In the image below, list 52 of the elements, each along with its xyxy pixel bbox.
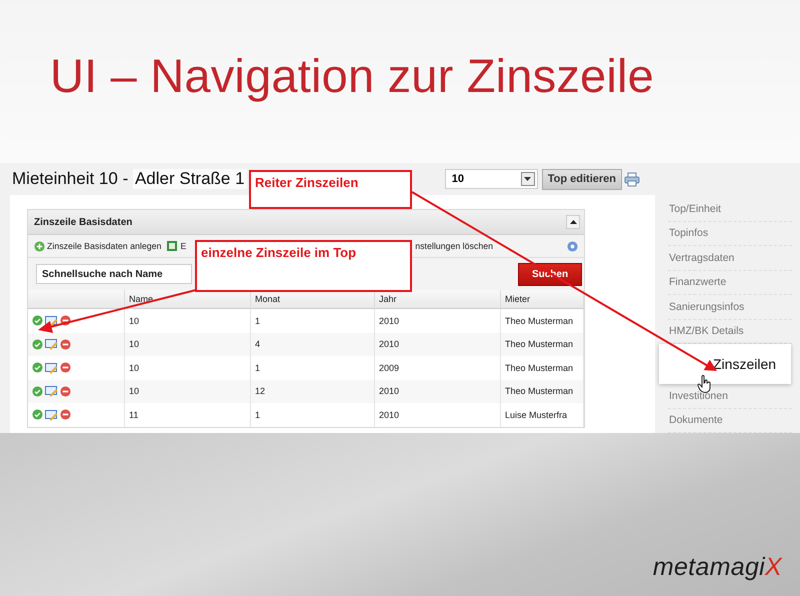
check-icon[interactable] bbox=[32, 409, 43, 420]
caret-icon bbox=[524, 177, 532, 181]
nav-tab[interactable]: Topinfos bbox=[668, 222, 792, 246]
table-cell: 10 bbox=[125, 332, 251, 356]
toolbar-link[interactable]: E bbox=[180, 241, 186, 251]
search-field[interactable]: Schnellsuche nach Name bbox=[36, 264, 192, 284]
caret-up-icon bbox=[570, 220, 576, 224]
hand-cursor-icon bbox=[697, 375, 712, 393]
nav-tab[interactable]: Sanierungsinfos bbox=[668, 295, 792, 320]
table-cell: 2010 bbox=[375, 380, 501, 403]
toolbar-link[interactable]: Zinszeile Basisdaten anlegen bbox=[47, 241, 162, 251]
unit-title: Mieteinheit 10 - bbox=[12, 169, 130, 189]
nav-tab[interactable]: Finanzwerte bbox=[668, 270, 792, 295]
table-cell: Theo Musterman bbox=[501, 332, 584, 356]
table-cell: 4 bbox=[251, 332, 375, 356]
check-icon[interactable] bbox=[32, 386, 43, 397]
help-icon[interactable] bbox=[567, 240, 578, 252]
delete-icon[interactable] bbox=[60, 338, 71, 350]
slide-title: UI – Navigation zur Zinszeile bbox=[50, 48, 655, 103]
spreadsheet-icon bbox=[166, 240, 178, 252]
nav-tab[interactable]: Zinszeilen bbox=[659, 344, 791, 384]
collapse-button[interactable] bbox=[566, 215, 580, 229]
table-cell: 2010 bbox=[375, 332, 501, 356]
address-text: Adler Straße 1 bbox=[132, 169, 247, 189]
annotation-callout: Reiter Zinszeilen bbox=[249, 170, 412, 209]
delete-icon[interactable] bbox=[60, 315, 71, 326]
check-icon[interactable] bbox=[32, 315, 43, 326]
check-icon[interactable] bbox=[32, 338, 43, 350]
unit-select[interactable]: 10 bbox=[444, 169, 538, 189]
nav-tab[interactable]: Vertragsdaten bbox=[668, 246, 792, 270]
table-cell: Theo Musterman bbox=[501, 380, 584, 403]
edit-icon[interactable] bbox=[45, 385, 58, 398]
table-cell: 12 bbox=[251, 380, 375, 403]
column-header[interactable]: Mieter bbox=[501, 290, 584, 309]
company-logo: metamagiX bbox=[652, 553, 782, 582]
edit-icon[interactable] bbox=[45, 338, 58, 350]
panel-title: Zinszeile Basisdaten bbox=[34, 216, 132, 228]
edit-icon[interactable] bbox=[45, 408, 58, 421]
edit-icon[interactable] bbox=[45, 314, 58, 327]
add-icon bbox=[34, 240, 45, 252]
printer-icon[interactable] bbox=[624, 172, 640, 186]
annotation-callout: einzelne Zinszeile im Top bbox=[195, 240, 412, 292]
delete-icon[interactable] bbox=[60, 386, 71, 397]
column-header[interactable]: Jahr bbox=[375, 290, 501, 309]
edit-button[interactable]: Top editieren bbox=[542, 168, 622, 190]
edit-icon[interactable] bbox=[45, 362, 58, 374]
nav-tab[interactable]: Top/Einheit bbox=[668, 197, 792, 222]
table-cell: 10 bbox=[125, 380, 251, 403]
toolbar-link[interactable]: nstellungen löschen bbox=[415, 241, 493, 251]
delete-icon[interactable] bbox=[60, 409, 71, 420]
check-icon[interactable] bbox=[32, 362, 43, 374]
delete-icon[interactable] bbox=[60, 362, 71, 374]
